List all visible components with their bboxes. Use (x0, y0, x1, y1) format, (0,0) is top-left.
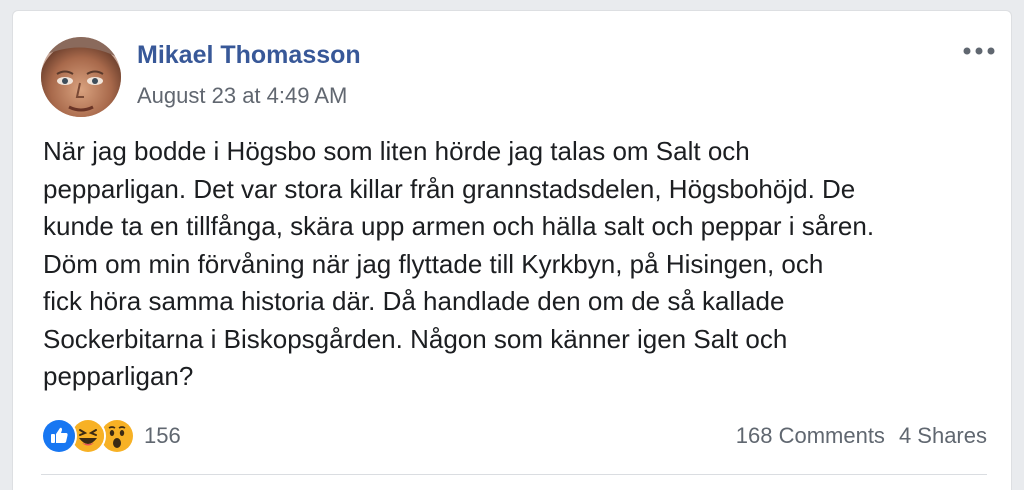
post-timestamp[interactable]: August 23 at 4:49 AM (137, 83, 347, 109)
reactions-summary[interactable]: 156 (41, 418, 181, 454)
comments-count-link[interactable]: 168 Comments (736, 423, 885, 448)
more-options-button[interactable] (961, 37, 997, 65)
shares-count-link[interactable]: 4 Shares (899, 423, 987, 448)
divider (41, 474, 987, 475)
author-name[interactable]: Mikael Thomasson (137, 41, 361, 70)
post-card: Mikael Thomasson August 23 at 4:49 AM Nä… (12, 10, 1012, 490)
avatar-photo (41, 37, 121, 117)
avatar[interactable] (41, 37, 121, 117)
post-body-text: När jag bodde i Högsbo som liten hörde j… (43, 136, 875, 391)
post-stats: 168 Comments 4 Shares (736, 423, 987, 449)
reaction-count: 156 (144, 423, 181, 448)
like-reaction-icon (41, 418, 77, 454)
more-horizontal-icon (963, 47, 995, 55)
